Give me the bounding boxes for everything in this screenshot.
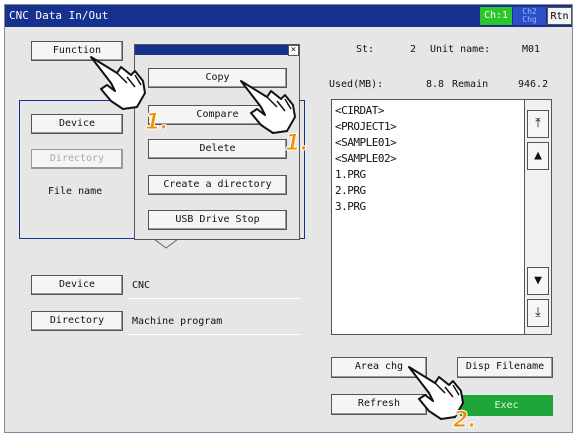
list-item[interactable]: <PROJECT1> <box>335 120 397 133</box>
file-name-label: File name <box>48 186 103 197</box>
screen: CNC Data In/Out Ch:1 Ch2 Chg Rtn Functio… <box>0 0 577 437</box>
list-item[interactable]: 3.PRG <box>335 200 366 213</box>
dest-directory-value: Machine program <box>132 316 223 327</box>
scroll-up-button[interactable]: ▲ <box>527 142 549 170</box>
function-popup-menu: × Copy Compare Delete Create a directory… <box>134 44 300 240</box>
st-value: 2 <box>410 44 417 55</box>
remain-label: Remain <box>452 79 489 90</box>
dest-directory-button[interactable]: Directory <box>31 311 123 331</box>
list-item[interactable]: <SAMPLE01> <box>335 136 397 149</box>
st-label: St: <box>356 44 375 55</box>
dest-directory-underline <box>129 334 301 335</box>
menu-item-delete[interactable]: Delete <box>148 139 287 159</box>
list-item[interactable]: 1.PRG <box>335 168 366 181</box>
display-filename-button[interactable]: Disp Filename <box>457 357 553 378</box>
scroll-down-button[interactable]: ▼ <box>527 267 549 295</box>
pointing-hand-icon <box>90 56 146 110</box>
popup-title-bar <box>135 45 299 55</box>
scroll-top-button[interactable]: ⤒ <box>527 110 549 138</box>
file-list-scrollbar[interactable]: ⤒ ▲ ▼ ⤓ <box>525 99 552 335</box>
menu-item-usb-drive-stop[interactable]: USB Drive Stop <box>148 210 287 230</box>
channel-button[interactable]: Ch:1 <box>480 7 512 25</box>
cnc-data-panel: CNC Data In/Out Ch:1 Ch2 Chg Rtn Functio… <box>4 4 573 434</box>
source-device-button[interactable]: Device <box>31 114 123 134</box>
list-item[interactable]: <CIRDAT> <box>335 104 384 117</box>
window-title: CNC Data In/Out <box>9 9 109 22</box>
dest-device-button[interactable]: Device <box>31 275 123 295</box>
dest-device-underline <box>129 298 301 299</box>
title-bar: CNC Data In/Out Ch:1 Ch2 Chg Rtn <box>5 5 572 27</box>
used-label: Used(MB): <box>329 79 384 90</box>
return-button[interactable]: Rtn <box>547 7 572 25</box>
step-1-label: 1. <box>285 131 310 157</box>
pointing-hand-icon <box>240 80 296 134</box>
step-1-label: 1. <box>145 110 170 136</box>
channel-change-line2: Chg <box>522 15 537 24</box>
menu-item-create-directory[interactable]: Create a directory <box>148 175 287 195</box>
scroll-bottom-button[interactable]: ⤓ <box>527 299 549 327</box>
list-item[interactable]: 2.PRG <box>335 184 366 197</box>
unit-name-label: Unit name: <box>430 44 491 55</box>
dest-device-value: CNC <box>132 280 151 291</box>
used-value: 8.8 <box>426 79 445 90</box>
source-directory-button[interactable]: Directory <box>31 149 123 169</box>
remain-value: 946.2 <box>518 79 549 90</box>
close-icon[interactable]: × <box>288 45 299 56</box>
channel-change-button[interactable]: Ch2 Chg <box>513 7 546 25</box>
file-list[interactable]: <CIRDAT> <PROJECT1> <SAMPLE01> <SAMPLE02… <box>331 99 525 335</box>
unit-name-value: M01 <box>522 44 541 55</box>
step-2-label: 2. <box>453 408 478 434</box>
list-item[interactable]: <SAMPLE02> <box>335 152 397 165</box>
